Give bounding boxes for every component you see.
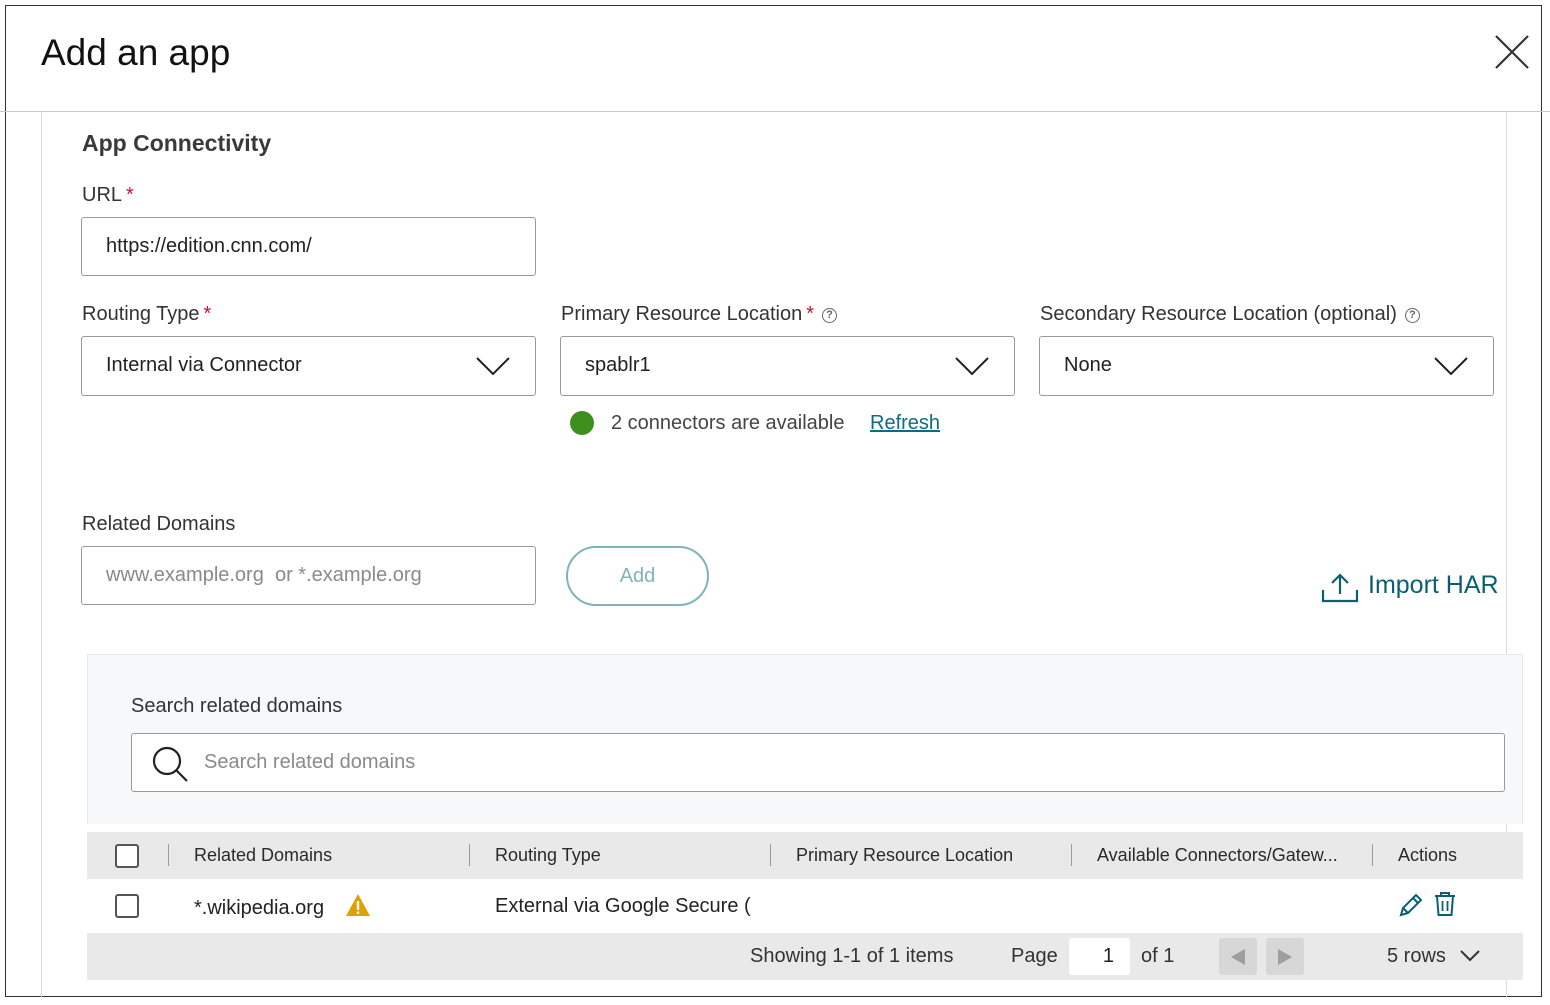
primary-location-value: spablr1 [585, 354, 651, 376]
related-domain-input[interactable] [81, 546, 536, 605]
edit-icon[interactable] [1397, 891, 1425, 919]
header-divider-left [0, 111, 12, 112]
caret-left-icon [1231, 949, 1245, 965]
chevron-down-icon [1434, 357, 1468, 376]
table-header: Related Domains Routing Type Primary Res… [87, 832, 1523, 879]
search-panel: Search related domains [87, 654, 1523, 824]
column-separator [168, 844, 169, 866]
dialog-header: Add an app [6, 6, 1543, 112]
related-domains-label: Related Domains [82, 513, 236, 535]
primary-location-select[interactable]: spablr1 [560, 336, 1015, 396]
warning-icon[interactable] [345, 893, 371, 917]
url-input[interactable] [81, 217, 536, 276]
column-separator [469, 844, 470, 866]
dialog-title: Add an app [41, 32, 231, 73]
url-label-text: URL [82, 184, 123, 206]
add-app-dialog: Add an app App Connectivity URL* Routing… [0, 5, 1550, 998]
help-icon[interactable]: ? [822, 308, 838, 323]
status-dot-icon [570, 411, 594, 435]
routing-type-select[interactable]: Internal via Connector [81, 336, 536, 396]
column-header-related-domains[interactable]: Related Domains [194, 845, 332, 866]
search-input[interactable] [204, 734, 1494, 791]
routing-type-label: Routing Type * [82, 303, 211, 326]
required-mark: * [203, 303, 212, 325]
row-routing-type: External via Google Secure ( [495, 895, 751, 917]
caret-right-icon [1278, 949, 1292, 965]
dialog-content: App Connectivity URL* Routing Type* Inte… [41, 112, 1523, 998]
row-domain: *.wikipedia.org [194, 897, 325, 919]
next-page-button[interactable] [1266, 938, 1304, 975]
help-icon[interactable]: ? [1404, 308, 1420, 323]
section-title: App Connectivity [82, 130, 272, 156]
column-header-actions: Actions [1398, 845, 1458, 865]
column-separator [1372, 844, 1373, 866]
chevron-down-icon [476, 357, 510, 376]
table-pagination: Showing 1-1 of 1 items Page of 1 5 rows [87, 933, 1523, 980]
routing-type-label-text: Routing Type [82, 303, 200, 325]
routing-type-value: Internal via Connector [106, 354, 302, 376]
rows-per-page-value: 5 rows [1387, 945, 1446, 967]
required-mark: * [806, 303, 815, 325]
add-domain-button[interactable]: Add [566, 546, 709, 606]
page-number-input[interactable] [1069, 938, 1130, 975]
search-label: Search related domains [131, 695, 343, 717]
upload-icon [1321, 573, 1359, 603]
page-total-label: of 1 [1141, 945, 1175, 967]
column-separator [770, 844, 771, 866]
primary-location-label: Primary Resource Location *? [561, 303, 838, 326]
secondary-location-label: Secondary Resource Location (optional)? [1040, 303, 1420, 326]
search-icon [152, 746, 188, 782]
primary-location-label-text: Primary Resource Location [561, 303, 803, 325]
search-box[interactable] [131, 733, 1505, 792]
table-row: *.wikipedia.org External via Google Secu… [87, 879, 1523, 933]
refresh-link[interactable]: Refresh [870, 412, 940, 435]
select-all-checkbox[interactable] [115, 844, 139, 868]
column-separator [1071, 844, 1072, 866]
header-divider-right [1542, 111, 1550, 112]
column-header-primary-location[interactable]: Primary Resource Location [796, 845, 1013, 866]
chevron-down-icon [955, 357, 989, 376]
page-label: Page [1011, 945, 1058, 967]
column-header-routing-type[interactable]: Routing Type [495, 845, 601, 866]
secondary-location-label-text: Secondary Resource Location (optional) [1040, 303, 1397, 325]
secondary-location-select[interactable]: None [1039, 336, 1494, 396]
connector-status-text: 2 connectors are available [611, 412, 845, 434]
chevron-down-icon [1460, 950, 1480, 962]
delete-icon[interactable] [1433, 891, 1457, 917]
url-label: URL * [82, 184, 134, 207]
row-checkbox[interactable] [115, 894, 139, 918]
column-header-available-connectors[interactable]: Available Connectors/Gatew... [1097, 845, 1338, 866]
secondary-location-value: None [1064, 354, 1112, 376]
close-icon[interactable] [1492, 32, 1532, 72]
import-har-label: Import HAR [1368, 571, 1499, 599]
previous-page-button[interactable] [1219, 938, 1257, 975]
showing-items-text: Showing 1-1 of 1 items [750, 945, 954, 967]
rows-per-page-select[interactable]: 5 rows [1387, 945, 1480, 968]
required-mark: * [126, 184, 134, 206]
